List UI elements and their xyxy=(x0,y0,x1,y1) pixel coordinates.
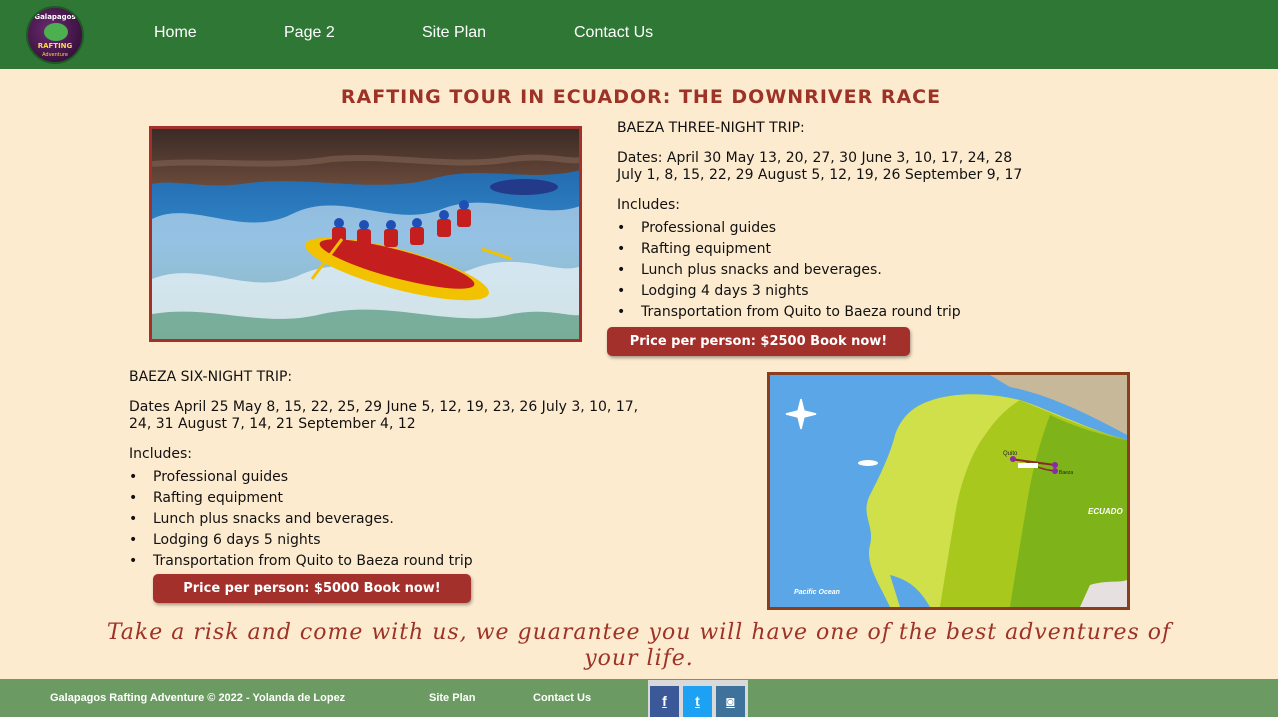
list-item: Rafting equipment xyxy=(617,239,1137,260)
trip-six-night: BAEZA SIX-NIGHT TRIP: Dates April 25 May… xyxy=(129,369,729,572)
footer-site-plan-link[interactable]: Site Plan xyxy=(429,692,475,704)
list-item: Transportation from Quito to Baeza round… xyxy=(129,551,729,572)
nav-contact-link[interactable]: Contact Us xyxy=(574,24,653,42)
list-item: Transportation from Quito to Baeza round… xyxy=(617,302,1137,323)
slogan-line1: Take a risk and come with us, we guarant… xyxy=(106,620,1172,645)
list-item: Lodging 4 days 3 nights xyxy=(617,281,1137,302)
twitter-icon[interactable]: t xyxy=(683,686,712,717)
list-item: Rafting equipment xyxy=(129,488,729,509)
trip1-includes-label: Includes: xyxy=(617,197,680,213)
logo-text-top: Galapagos xyxy=(34,13,76,21)
site-logo[interactable]: Galapagos RAFTING Adventure xyxy=(26,6,84,64)
book-six-night-button[interactable]: Price per person: $5000 Book now! xyxy=(153,574,471,603)
map-label-quito: Quito xyxy=(1003,451,1018,457)
page-title: RAFTING TOUR IN ECUADOR: THE DOWNRIVER R… xyxy=(340,86,942,108)
logo-text-middle: RAFTING xyxy=(37,42,73,50)
list-item: Lunch plus snacks and beverages. xyxy=(617,260,1137,281)
trip1-title: BAEZA THREE-NIGHT TRIP: xyxy=(617,120,805,136)
nav-page2-link[interactable]: Page 2 xyxy=(284,24,335,42)
trip2-includes-list: Professional guides Rafting equipment Lu… xyxy=(129,467,729,572)
trip-three-night: BAEZA THREE-NIGHT TRIP: Dates: April 30 … xyxy=(617,120,1137,323)
list-item: Lodging 6 days 5 nights xyxy=(129,530,729,551)
slogan: Take a risk and come with us, we guarant… xyxy=(40,620,1238,672)
trip2-dates: Dates April 25 May 8, 15, 22, 25, 29 Jun… xyxy=(129,399,729,433)
list-item: Professional guides xyxy=(617,218,1137,239)
trip1-dates-line1: Dates: April 30 May 13, 20, 27, 30 June … xyxy=(617,150,1013,166)
map-label-ecuador: ECUADO xyxy=(1088,507,1123,516)
list-item: Professional guides xyxy=(129,467,729,488)
nav-home-link[interactable]: Home xyxy=(154,24,197,42)
ecuador-route-map: Quito Baeza ECUADO Pacific Ocean xyxy=(767,372,1130,610)
map-label-pacific: Pacific Ocean xyxy=(794,589,840,596)
logo-text-bottom: Adventure xyxy=(42,52,68,58)
logo-frog-icon xyxy=(44,23,68,41)
trip2-dates-line2: 24, 31 August 7, 14, 21 September 4, 12 xyxy=(129,416,416,432)
social-links: f t ◙ xyxy=(648,680,748,717)
trip1-dates-line2: July 1, 8, 15, 22, 29 August 5, 12, 19, … xyxy=(617,167,1023,183)
map-label-baeza: Baeza xyxy=(1059,470,1073,476)
footer-contact-link[interactable]: Contact Us xyxy=(533,692,591,704)
trip2-dates-line1: Dates April 25 May 8, 15, 22, 25, 29 Jun… xyxy=(129,399,639,415)
top-navigation-bar: Galapagos RAFTING Adventure Home Page 2 … xyxy=(0,0,1278,69)
trip2-includes-label: Includes: xyxy=(129,446,192,462)
trip2-title: BAEZA SIX-NIGHT TRIP: xyxy=(129,369,293,385)
footer-copyright: Galapagos Rafting Adventure © 2022 - Yol… xyxy=(50,692,346,704)
trip1-dates: Dates: April 30 May 13, 20, 27, 30 June … xyxy=(617,150,1137,184)
facebook-icon[interactable]: f xyxy=(650,686,679,717)
trip1-includes-list: Professional guides Rafting equipment Lu… xyxy=(617,218,1137,323)
list-item: Lunch plus snacks and beverages. xyxy=(129,509,729,530)
rafting-photo xyxy=(149,126,582,342)
nav-site-plan-link[interactable]: Site Plan xyxy=(422,24,486,42)
instagram-icon[interactable]: ◙ xyxy=(716,686,745,717)
footer: Galapagos Rafting Adventure © 2022 - Yol… xyxy=(0,679,1278,717)
book-three-night-button[interactable]: Price per person: $2500 Book now! xyxy=(607,327,910,356)
slogan-line2: your life. xyxy=(584,646,694,671)
